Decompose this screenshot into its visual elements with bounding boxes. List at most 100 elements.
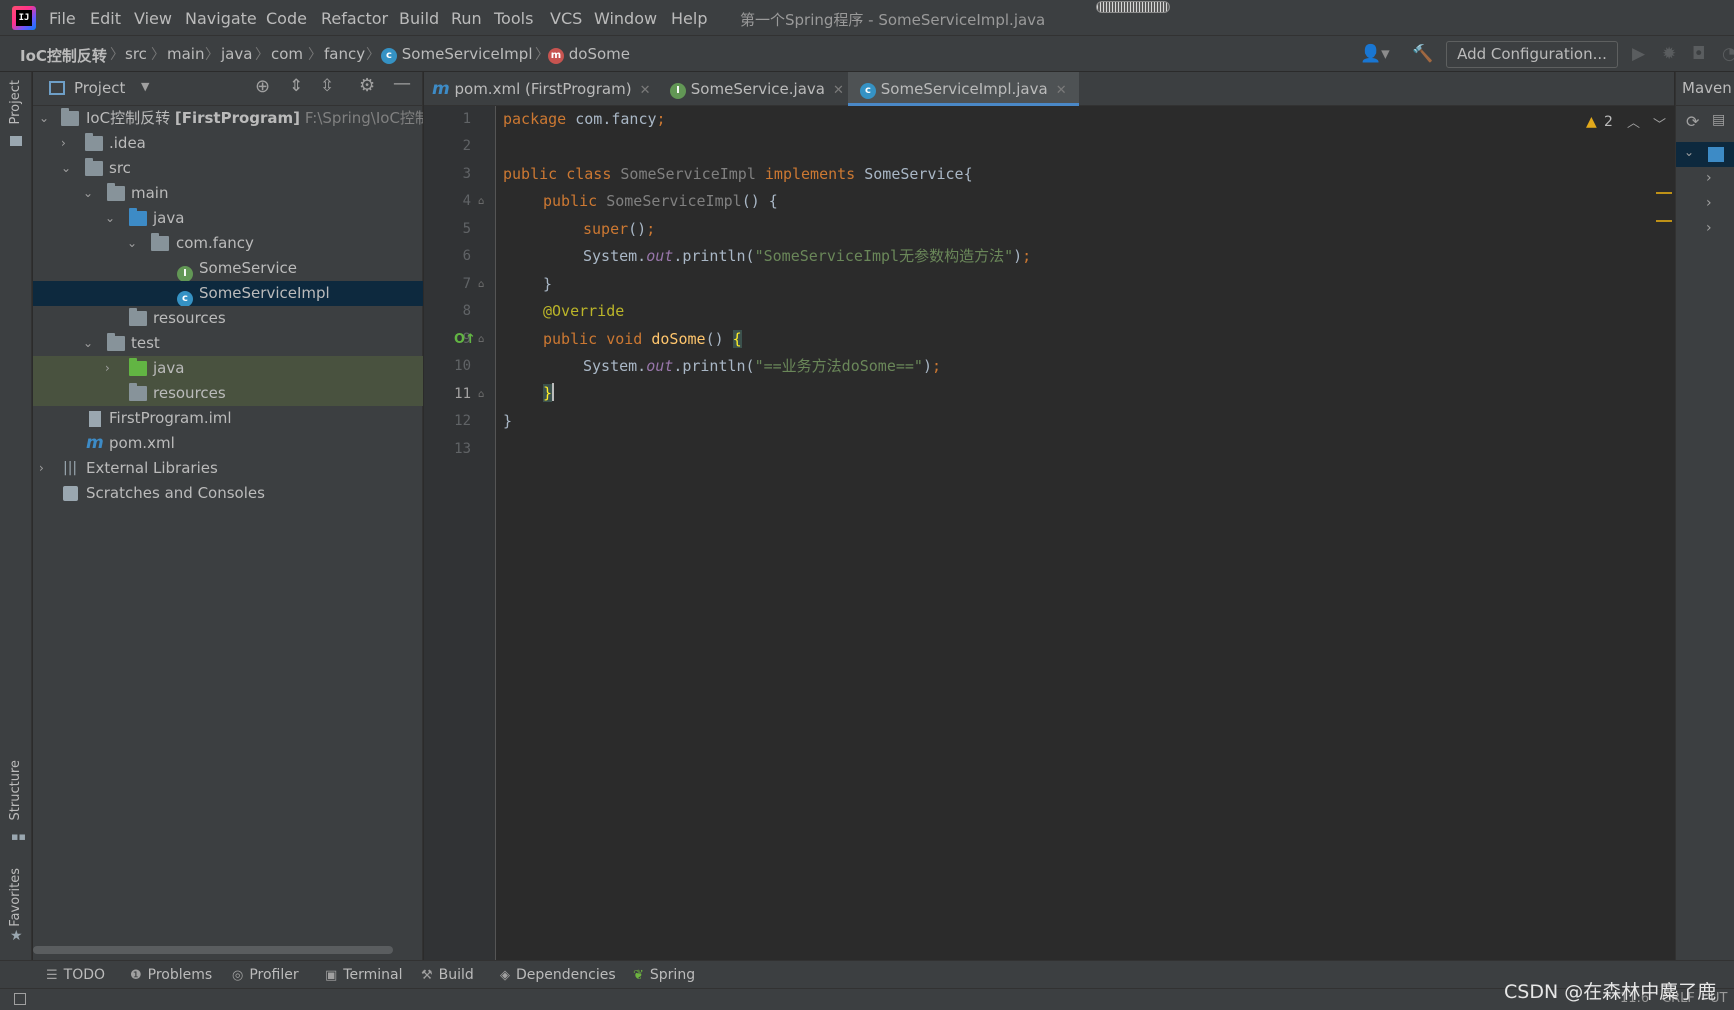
debug-icon[interactable]: ✹ xyxy=(1662,44,1676,64)
chevron-down-icon[interactable]: ⌄ xyxy=(61,156,71,181)
project-tool-tab[interactable]: Project xyxy=(8,80,23,124)
tree-item-scratches[interactable]: Scratches and Consoles xyxy=(33,481,423,506)
chevron-right-icon[interactable]: › xyxy=(61,131,66,156)
menu-window[interactable]: Window xyxy=(594,9,657,28)
menu-edit[interactable]: Edit xyxy=(90,9,121,28)
tree-item-idea[interactable]: › .idea xyxy=(33,131,423,156)
tab-someserviceimpl[interactable]: c SomeServiceImpl.java ✕ xyxy=(848,72,1079,106)
minimize-icon[interactable]: — xyxy=(393,73,411,94)
structure-tool-tab[interactable]: Structure xyxy=(8,760,23,820)
menu-tools[interactable]: Tools xyxy=(494,9,533,28)
fold-icon[interactable]: ⌂ xyxy=(478,334,484,345)
tree-item-package[interactable]: ⌄ com.fancy xyxy=(33,231,423,256)
tree-item-test-resources[interactable]: resources xyxy=(33,381,423,406)
next-highlight-icon[interactable]: ﹀ xyxy=(1653,114,1666,133)
profile-icon[interactable]: ◔ xyxy=(1722,44,1734,64)
breadcrumb-fancy[interactable]: fancy xyxy=(324,45,365,63)
dependencies-tool-button[interactable]: ◈ Dependencies xyxy=(500,967,616,983)
warning-stripe-marker[interactable] xyxy=(1656,192,1672,194)
close-icon[interactable]: ✕ xyxy=(640,83,651,98)
breadcrumb-method[interactable]: m doSome xyxy=(548,45,630,64)
collapse-all-icon[interactable]: ⇳ xyxy=(320,76,334,96)
breadcrumb-project[interactable]: IoC控制反转 xyxy=(20,45,107,66)
maven-tree-root[interactable]: ⌄ xyxy=(1676,142,1734,167)
watermark-text: CSDN @在森林中麋了鹿 xyxy=(1504,981,1717,1003)
tree-item-main-resources[interactable]: resources xyxy=(33,306,423,331)
add-configuration-button[interactable]: Add Configuration... xyxy=(1446,41,1618,68)
chevron-down-icon[interactable]: ⌄ xyxy=(83,331,93,356)
user-account-icon[interactable]: 👤▾ xyxy=(1360,44,1390,64)
code-editor[interactable]: package com.fancy; public class SomeServ… xyxy=(497,106,1674,960)
expand-all-icon[interactable]: ⇕ xyxy=(289,76,303,96)
chevron-down-icon[interactable]: ⌄ xyxy=(39,106,49,131)
tree-item-someservice[interactable]: I SomeService xyxy=(33,256,423,281)
menu-file[interactable]: File xyxy=(49,9,76,28)
menu-help[interactable]: Help xyxy=(671,9,707,28)
breadcrumb-java[interactable]: java xyxy=(221,45,252,63)
chevron-right-icon[interactable]: › xyxy=(1706,170,1712,186)
chevron-right-icon[interactable]: › xyxy=(1706,195,1712,211)
locate-icon[interactable]: ⊕ xyxy=(255,76,270,97)
coverage-icon[interactable]: ◘ xyxy=(1692,44,1705,64)
problems-tool-button[interactable]: ❶ Problems xyxy=(130,967,212,983)
chevron-right-icon[interactable]: › xyxy=(1706,220,1712,236)
menu-code[interactable]: Code xyxy=(266,9,307,28)
project-panel-title[interactable]: Project xyxy=(74,79,125,97)
chevron-down-icon[interactable]: ⌄ xyxy=(127,231,137,256)
fold-icon[interactable]: ⌂ xyxy=(478,196,484,207)
menu-run[interactable]: Run xyxy=(451,9,482,28)
chevron-right-icon[interactable]: › xyxy=(105,356,110,381)
reload-icon[interactable]: ⟳ xyxy=(1686,112,1699,131)
breadcrumb-com[interactable]: com xyxy=(271,45,303,63)
todo-tool-button[interactable]: ☰ TODO xyxy=(46,967,105,983)
add-maven-project-icon[interactable]: ▤ xyxy=(1712,112,1725,128)
maven-tool-tab[interactable]: Maven xyxy=(1682,79,1732,97)
breadcrumb-main[interactable]: main xyxy=(167,45,204,63)
horizontal-scrollbar[interactable] xyxy=(33,946,393,954)
spring-tool-button[interactable]: ❦ Spring xyxy=(633,967,695,983)
implements-method-icon[interactable]: O↑ xyxy=(454,332,476,347)
previous-highlight-icon[interactable]: ︿ xyxy=(1627,112,1640,131)
chevron-down-icon[interactable]: ⌄ xyxy=(105,206,115,231)
chevron-down-icon[interactable]: ⌄ xyxy=(1684,145,1694,159)
favorites-tool-tab[interactable]: Favorites xyxy=(8,868,23,927)
breadcrumb-class[interactable]: c SomeServiceImpl xyxy=(381,45,532,64)
close-icon[interactable]: ✕ xyxy=(1056,83,1067,98)
breadcrumb-src[interactable]: src xyxy=(125,45,147,63)
tree-item-main[interactable]: ⌄ main xyxy=(33,181,423,206)
close-icon[interactable]: ✕ xyxy=(833,83,844,98)
warnings-count[interactable]: 2 xyxy=(1604,114,1613,130)
toggle-tool-windows-icon[interactable] xyxy=(14,993,26,1005)
tree-item-test-java[interactable]: › java xyxy=(33,356,423,381)
build-tool-button[interactable]: ⚒ Build xyxy=(421,967,474,983)
profiler-tool-button[interactable]: ◎ Profiler xyxy=(232,967,299,983)
warning-icon[interactable]: ▲ xyxy=(1586,114,1597,130)
chevron-down-icon[interactable]: ▼ xyxy=(141,80,149,93)
chevron-right-icon[interactable]: › xyxy=(39,456,44,481)
menu-vcs[interactable]: VCS xyxy=(550,9,582,28)
tree-item-iml[interactable]: FirstProgram.iml xyxy=(33,406,423,431)
tab-someservice[interactable]: I SomeService.java ✕ xyxy=(670,72,854,106)
run-icon[interactable]: ▶ xyxy=(1632,44,1645,64)
warning-stripe-marker[interactable] xyxy=(1656,220,1672,222)
fold-icon[interactable]: ⌂ xyxy=(478,279,484,290)
menu-navigate[interactable]: Navigate xyxy=(185,9,257,28)
tree-item-project-root[interactable]: ⌄ IoC控制反转 [FirstProgram] F:\Spring\IoC控制… xyxy=(33,106,423,131)
chevron-down-icon[interactable]: ⌄ xyxy=(83,181,93,206)
tree-item-main-java[interactable]: ⌄ java xyxy=(33,206,423,231)
tree-item-someserviceimpl[interactable]: c SomeServiceImpl xyxy=(33,281,423,306)
tree-item-src[interactable]: ⌄ src xyxy=(33,156,423,181)
fold-icon[interactable]: ⌂ xyxy=(478,389,484,400)
gear-icon[interactable]: ⚙ xyxy=(359,75,375,96)
menu-view[interactable]: View xyxy=(134,9,172,28)
menu-refactor[interactable]: Refactor xyxy=(321,9,388,28)
tree-item-pom[interactable]: m pom.xml xyxy=(33,431,423,456)
memory-indicator[interactable] xyxy=(1096,1,1170,13)
build-hammer-icon[interactable]: 🔨 xyxy=(1412,44,1433,64)
menu-build[interactable]: Build xyxy=(399,9,439,28)
tab-pom-xml[interactable]: m pom.xml (FirstProgram) ✕ xyxy=(432,72,660,106)
terminal-tool-button[interactable]: ▣ Terminal xyxy=(325,967,402,983)
left-tool-strip: Project Structure ▪▪ Favorites ★ xyxy=(0,72,32,960)
tree-item-external-libraries[interactable]: › ||| External Libraries xyxy=(33,456,423,481)
tree-item-test[interactable]: ⌄ test xyxy=(33,331,423,356)
